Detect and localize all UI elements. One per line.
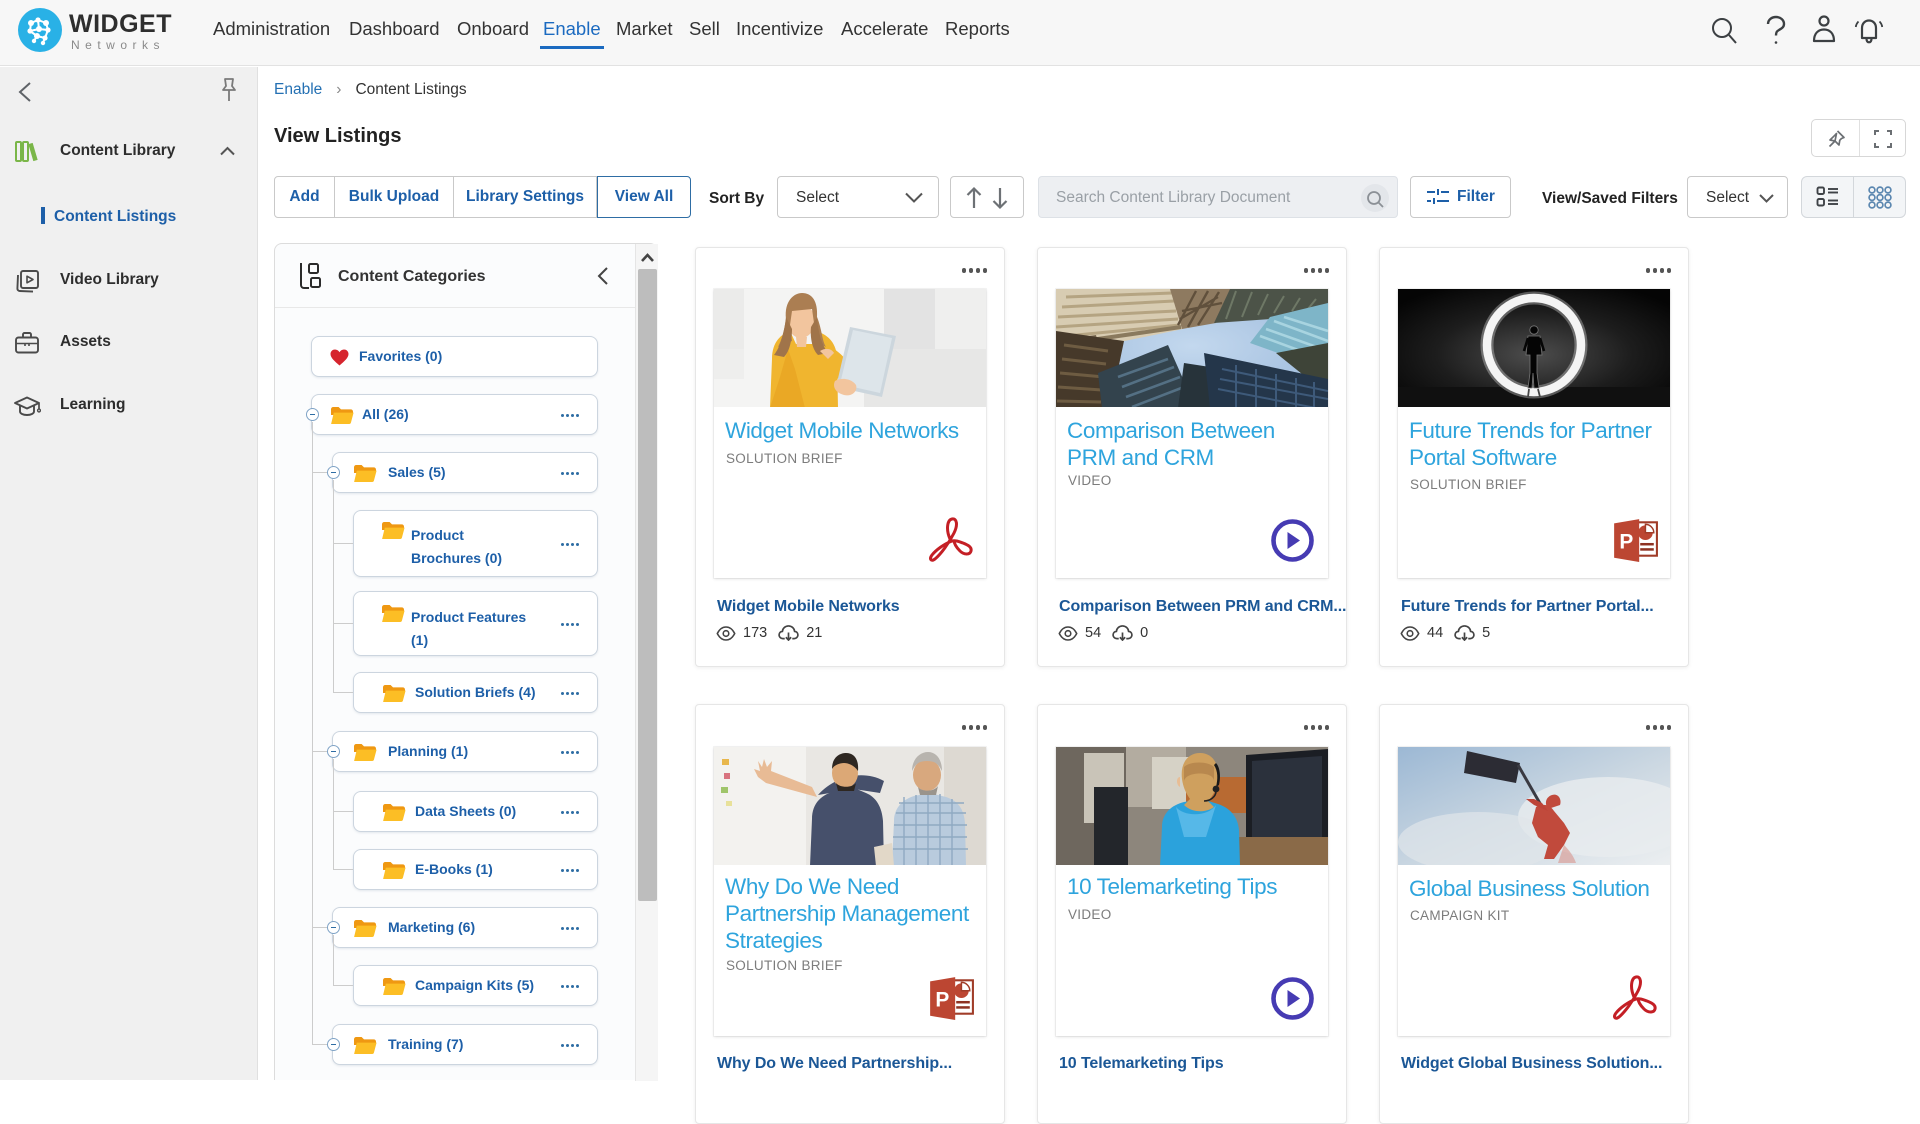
svg-text:P: P [1619,530,1633,553]
svg-text:P: P [935,988,949,1011]
